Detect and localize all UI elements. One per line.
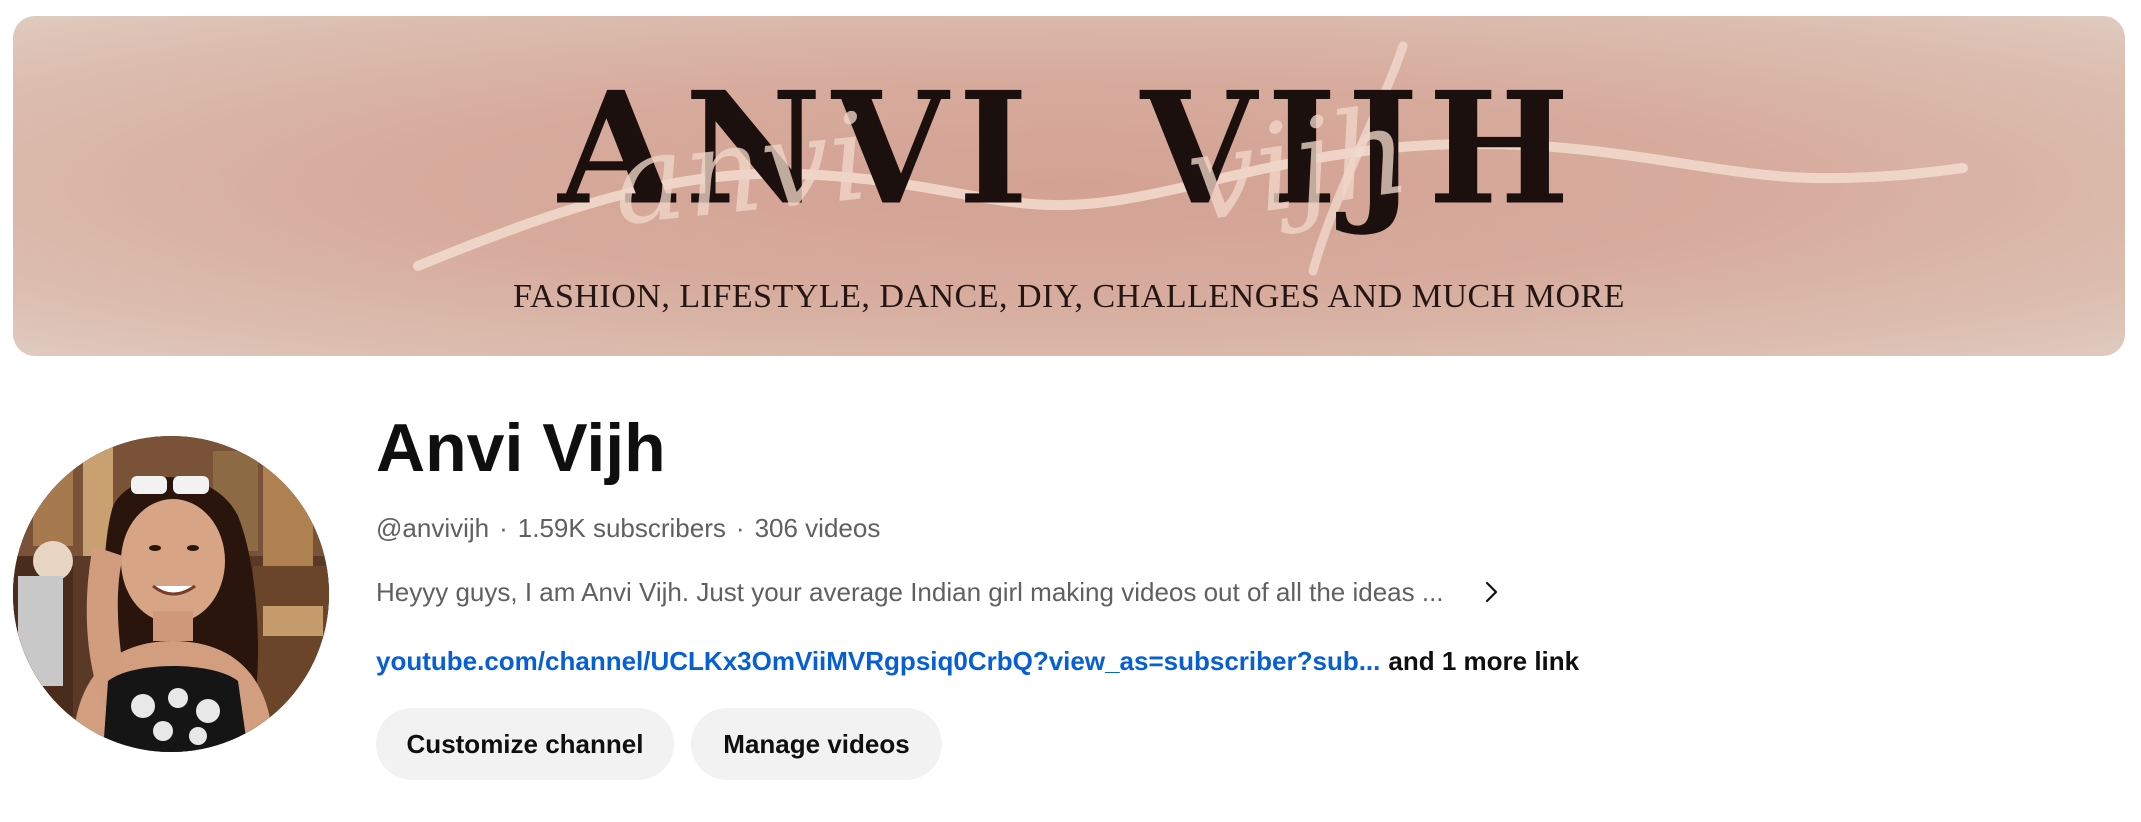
chevron-right-icon[interactable]: [1474, 575, 1508, 609]
channel-name: Anvi Vijh: [376, 410, 666, 486]
subscriber-count: 1.59K subscribers: [517, 513, 726, 543]
channel-description[interactable]: Heyyy guys, I am Anvi Vijh. Just your av…: [376, 574, 1444, 610]
channel-description-row[interactable]: Heyyy guys, I am Anvi Vijh. Just your av…: [376, 572, 1508, 612]
channel-avatar[interactable]: [13, 436, 329, 752]
banner-script-anvi: anvi: [606, 88, 875, 253]
channel-links-row: youtube.com/channel/UCLKx3OmViiMVRgpsiq0…: [376, 643, 1579, 679]
channel-banner: ANVI VIJH anvi vijh FASHION, LIFESTYLE, …: [13, 16, 2125, 356]
video-count: 306 videos: [754, 513, 881, 543]
channel-meta: @anvivijh · 1.59K subscribers · 306 vide…: [376, 510, 880, 546]
avatar-photo: [13, 436, 329, 752]
banner-script-vijh: vijh: [1179, 81, 1418, 250]
channel-handle: @anvivijh: [376, 513, 490, 543]
more-links-button[interactable]: and 1 more link: [1388, 643, 1579, 679]
manage-videos-button[interactable]: Manage videos: [691, 708, 942, 780]
banner-subtitle: FASHION, LIFESTYLE, DANCE, DIY, CHALLENG…: [513, 278, 1625, 315]
banner-title: ANVI VIJH: [558, 58, 1580, 240]
channel-link[interactable]: youtube.com/channel/UCLKx3OmViiMVRgpsiq0…: [376, 643, 1380, 679]
customize-channel-button[interactable]: Customize channel: [376, 708, 674, 780]
meta-separator: ·: [499, 513, 508, 543]
meta-separator: ·: [735, 513, 745, 543]
